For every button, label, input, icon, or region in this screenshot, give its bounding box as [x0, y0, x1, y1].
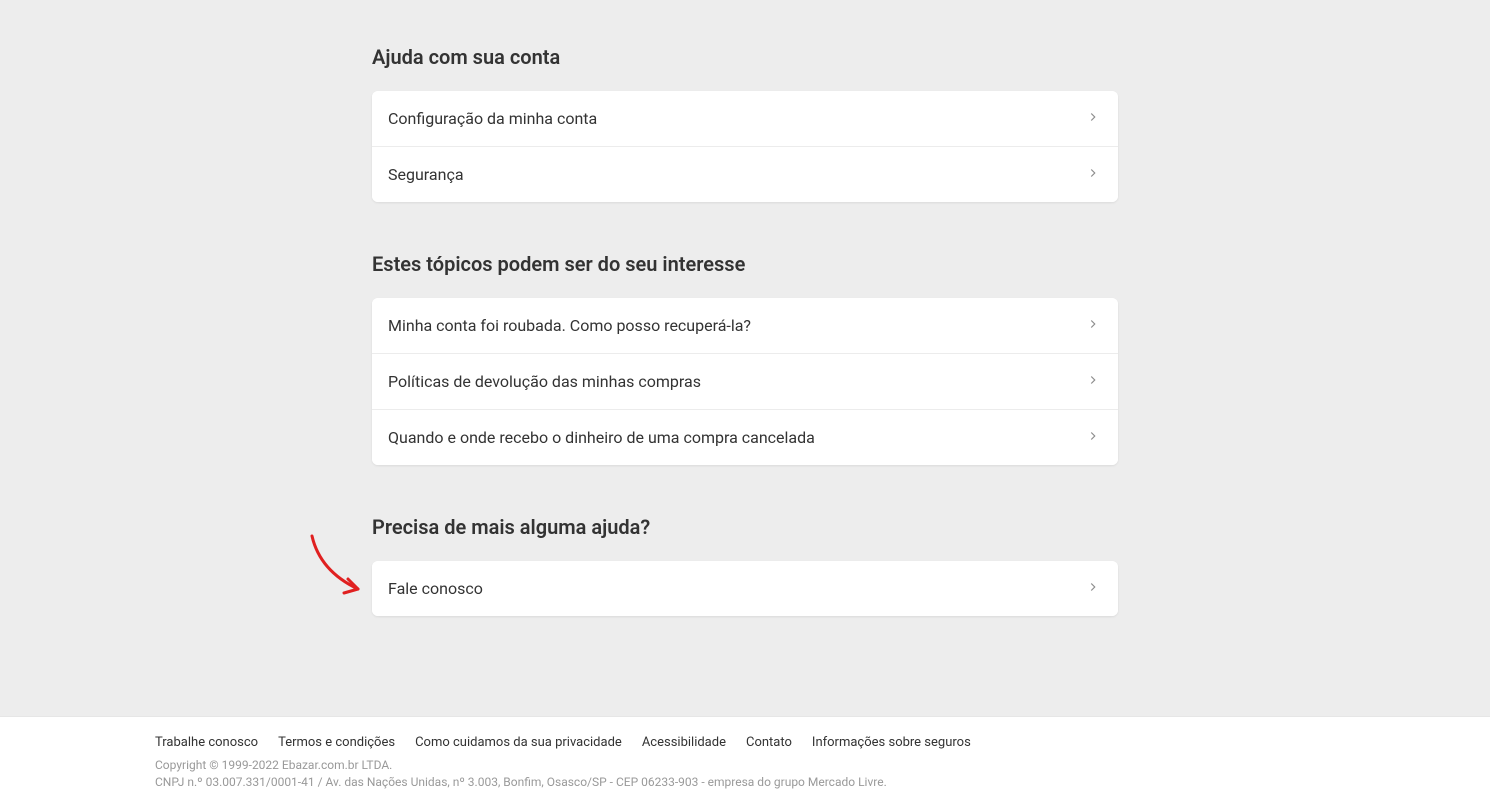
footer-link-contact[interactable]: Contato — [746, 735, 792, 750]
item-security[interactable]: Segurança — [372, 147, 1118, 202]
heading-account-help: Ajuda com sua conta — [372, 45, 1118, 69]
item-refund-timing[interactable]: Quando e onde recebo o dinheiro de uma c… — [372, 410, 1118, 465]
footer-link-terms[interactable]: Termos e condições — [278, 735, 395, 750]
item-label: Políticas de devolução das minhas compra… — [388, 372, 701, 391]
heading-more-help: Precisa de mais alguma ajuda? — [372, 515, 1118, 539]
card-list-account-help: Configuração da minha conta Segurança — [372, 91, 1118, 202]
chevron-right-icon — [1086, 428, 1100, 447]
footer-links: Trabalhe conosco Termos e condições Como… — [155, 735, 1450, 750]
chevron-right-icon — [1086, 579, 1100, 598]
item-label: Fale conosco — [388, 579, 483, 598]
chevron-right-icon — [1086, 372, 1100, 391]
item-label: Minha conta foi roubada. Como posso recu… — [388, 316, 751, 335]
footer-link-work-with-us[interactable]: Trabalhe conosco — [155, 735, 258, 750]
section-topics: Estes tópicos podem ser do seu interesse… — [372, 252, 1118, 465]
footer-copyright: Copyright © 1999-2022 Ebazar.com.br LTDA… — [155, 758, 1450, 772]
footer: Trabalhe conosco Termos e condições Como… — [0, 716, 1490, 801]
item-account-stolen[interactable]: Minha conta foi roubada. Como posso recu… — [372, 298, 1118, 354]
item-contact-us[interactable]: Fale conosco — [372, 561, 1118, 616]
footer-link-privacy[interactable]: Como cuidamos da sua privacidade — [415, 735, 622, 750]
chevron-right-icon — [1086, 109, 1100, 128]
footer-link-accessibility[interactable]: Acessibilidade — [642, 735, 726, 750]
chevron-right-icon — [1086, 316, 1100, 335]
card-list-topics: Minha conta foi roubada. Como posso recu… — [372, 298, 1118, 465]
footer-inner: Trabalhe conosco Termos e condições Como… — [0, 735, 1490, 789]
footer-address: CNPJ n.º 03.007.331/0001-41 / Av. das Na… — [155, 775, 1450, 789]
heading-topics: Estes tópicos podem ser do seu interesse — [372, 252, 1118, 276]
section-more-help: Precisa de mais alguma ajuda? Fale conos… — [372, 515, 1118, 616]
annotation-arrow-icon — [300, 531, 380, 610]
item-label: Quando e onde recebo o dinheiro de uma c… — [388, 428, 815, 447]
card-list-more-help: Fale conosco — [372, 561, 1118, 616]
section-account-help: Ajuda com sua conta Configuração da minh… — [372, 45, 1118, 202]
chevron-right-icon — [1086, 165, 1100, 184]
main-content: Ajuda com sua conta Configuração da minh… — [372, 0, 1118, 746]
item-account-config[interactable]: Configuração da minha conta — [372, 91, 1118, 147]
item-label: Segurança — [388, 165, 464, 184]
item-label: Configuração da minha conta — [388, 109, 597, 128]
item-return-policies[interactable]: Políticas de devolução das minhas compra… — [372, 354, 1118, 410]
footer-link-insurance-info[interactable]: Informações sobre seguros — [812, 735, 971, 750]
